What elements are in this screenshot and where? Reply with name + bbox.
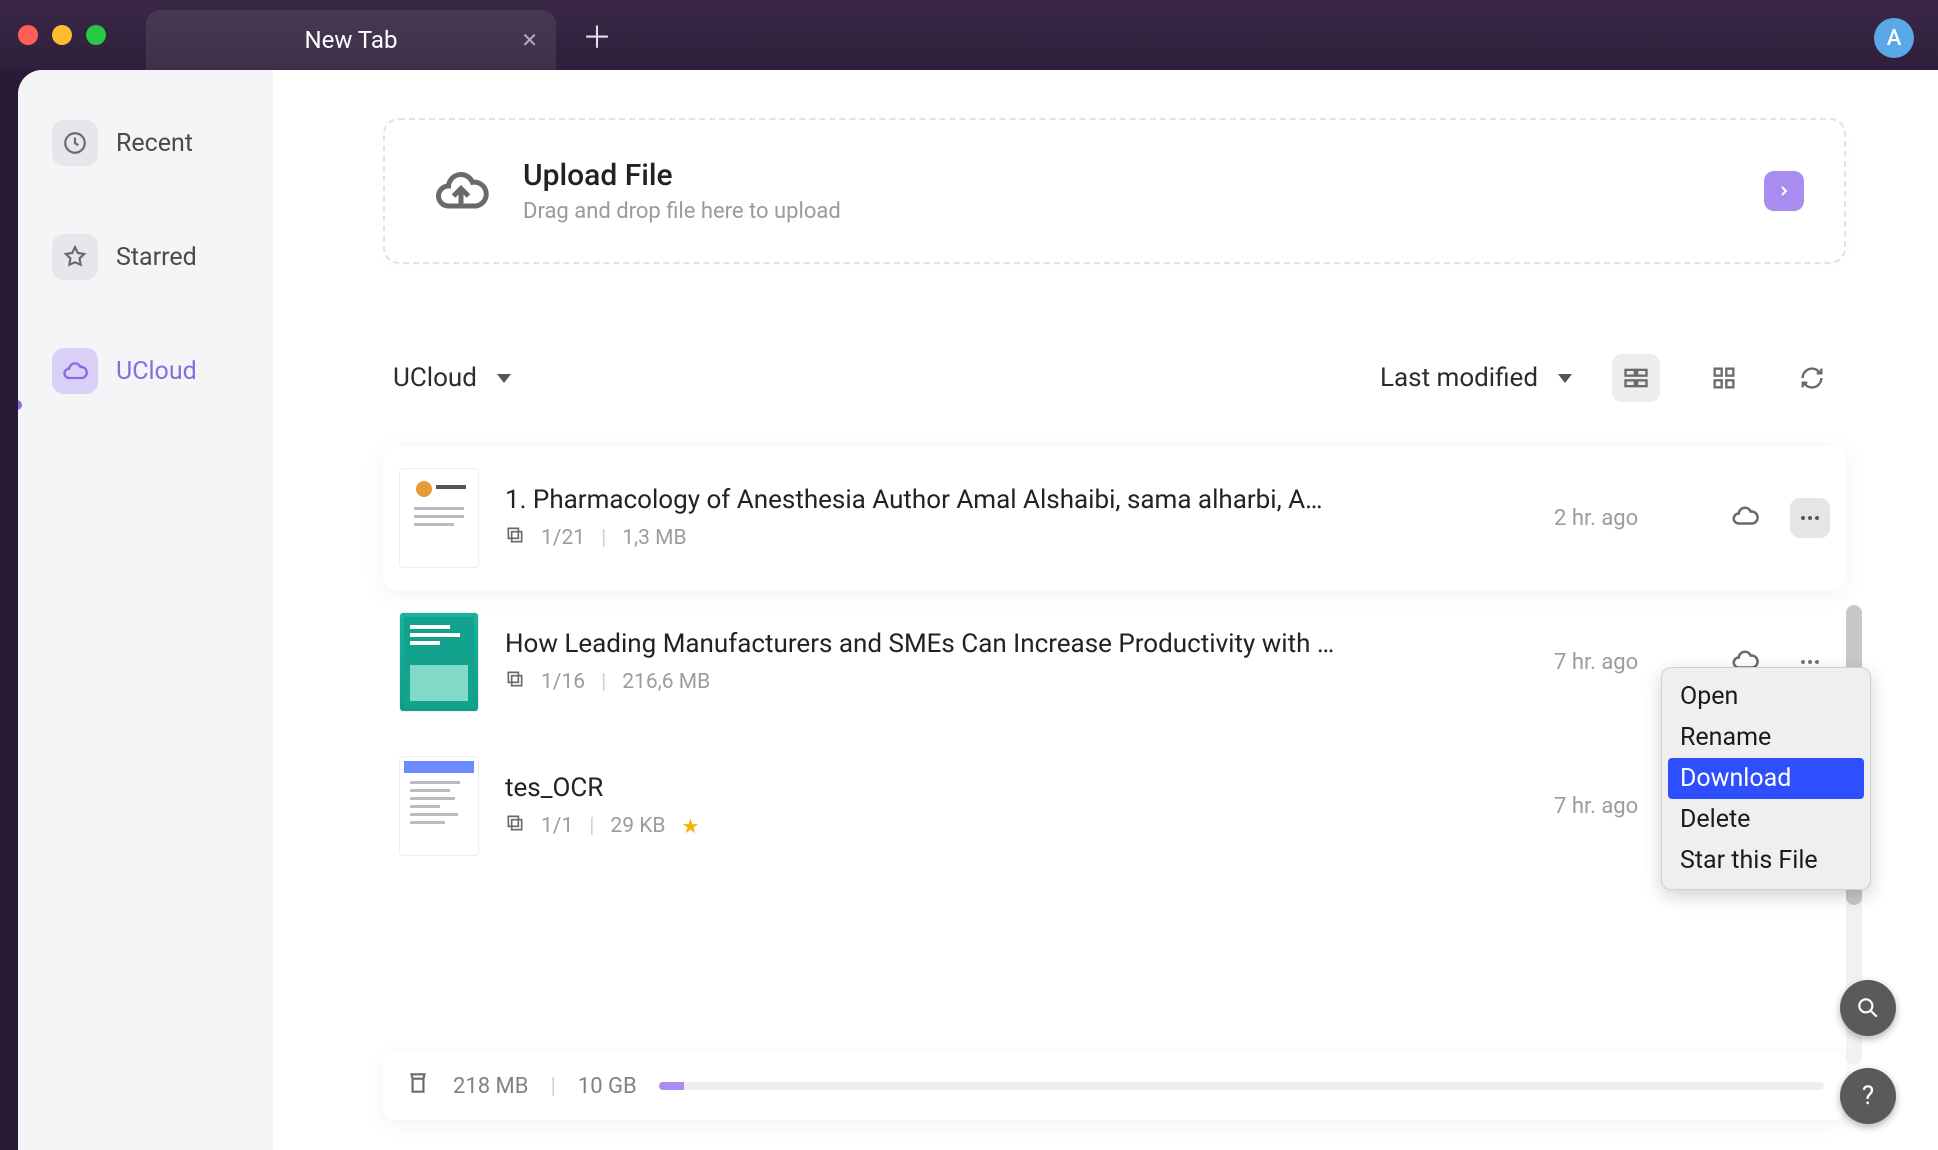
upload-dropzone[interactable]: Upload File Drag and drop file here to u… [383,118,1846,264]
new-tab-button[interactable]: ＋ [582,13,612,57]
sidebar: Recent Starred UCloud [18,70,273,1150]
sidebar-active-indicator-icon [18,400,22,410]
divider-icon: | [550,1074,555,1099]
file-row[interactable]: 1. Pharmacology of Anesthesia Author Ama… [383,446,1846,590]
star-icon [52,234,98,280]
window-close-button[interactable] [18,25,38,45]
avatar-initial: A [1887,26,1902,51]
main-panel: Upload File Drag and drop file here to u… [273,70,1938,1150]
upload-subtitle: Drag and drop file here to upload [523,199,841,224]
divider-icon: | [589,814,594,838]
context-menu-open[interactable]: Open [1662,676,1870,717]
file-modified-time: 2 hr. ago [1554,506,1704,531]
sidebar-item-label: UCloud [116,357,197,386]
storage-used: 218 MB [453,1074,528,1099]
context-menu: Open Rename Download Delete Star this Fi… [1661,667,1871,890]
folder-dropdown[interactable]: UCloud [393,363,511,393]
file-pages: 1/16 [541,670,585,694]
sidebar-item-starred[interactable]: Starred [36,220,254,294]
upload-text: Upload File Drag and drop file here to u… [523,158,841,224]
view-grid-button[interactable] [1700,354,1748,402]
view-list-button[interactable] [1612,354,1660,402]
avatar[interactable]: A [1874,18,1914,58]
file-info: How Leading Manufacturers and SMEs Can I… [505,629,1528,695]
file-row[interactable]: tes_OCR 1/1 | 29 KB ★ 7 hr. ago [383,734,1846,878]
sidebar-item-ucloud[interactable]: UCloud [36,334,254,408]
sidebar-item-label: Recent [116,129,193,158]
file-info: tes_OCR 1/1 | 29 KB ★ [505,773,1528,839]
context-menu-delete[interactable]: Delete [1662,799,1870,840]
file-size: 29 KB [610,814,665,838]
copy-icon [505,813,525,839]
sort-dropdown-label: Last modified [1380,363,1538,393]
storage-icon [405,1070,431,1102]
app-container: Recent Starred UCloud Upload File Drag a… [18,70,1938,1150]
storage-bar: 218 MB | 10 GB [383,1052,1846,1120]
file-size: 1,3 MB [622,526,686,550]
divider-icon: | [601,670,606,694]
cloud-status-icon [1730,501,1764,535]
window-titlebar: New Tab ✕ ＋ A [0,0,1938,70]
refresh-button[interactable] [1788,354,1836,402]
upload-title: Upload File [523,158,841,193]
file-pages: 1/1 [541,814,573,838]
folder-dropdown-label: UCloud [393,363,477,393]
sidebar-item-label: Starred [116,243,197,272]
browser-tab[interactable]: New Tab ✕ [146,10,556,70]
file-more-button[interactable] [1790,498,1830,538]
divider-icon: | [601,526,606,550]
close-tab-icon[interactable]: ✕ [521,28,538,52]
storage-progress-fill [659,1082,685,1090]
storage-total: 10 GB [578,1074,637,1099]
sort-dropdown[interactable]: Last modified [1380,363,1572,393]
help-fab[interactable]: ? [1840,1068,1896,1124]
file-list: 1. Pharmacology of Anesthesia Author Ama… [383,446,1846,878]
file-row[interactable]: How Leading Manufacturers and SMEs Can I… [383,590,1846,734]
upload-cloud-icon [429,159,493,223]
file-thumbnail [399,468,479,568]
copy-icon [505,525,525,551]
context-menu-download[interactable]: Download [1668,758,1864,799]
context-menu-star[interactable]: Star this File [1662,840,1870,881]
file-thumbnail [399,756,479,856]
file-pages: 1/21 [541,526,585,550]
file-thumbnail [399,612,479,712]
copy-icon [505,669,525,695]
file-title: How Leading Manufacturers and SMEs Can I… [505,629,1335,659]
search-fab[interactable] [1840,980,1896,1036]
context-menu-rename[interactable]: Rename [1662,717,1870,758]
star-icon: ★ [682,814,700,838]
tab-title: New Tab [305,26,398,54]
upload-expand-button[interactable] [1764,171,1804,211]
clock-icon [52,120,98,166]
window-maximize-button[interactable] [86,25,106,45]
chevron-down-icon [497,374,511,383]
file-info: 1. Pharmacology of Anesthesia Author Ama… [505,485,1528,551]
cloud-icon [52,348,98,394]
file-title: tes_OCR [505,773,1335,803]
sidebar-item-recent[interactable]: Recent [36,106,254,180]
list-toolbar: UCloud Last modified [383,354,1846,402]
traffic-lights [18,25,106,45]
file-size: 216,6 MB [622,670,710,694]
chevron-down-icon [1558,374,1572,383]
storage-progress [659,1082,1824,1090]
window-minimize-button[interactable] [52,25,72,45]
file-title: 1. Pharmacology of Anesthesia Author Ama… [505,485,1335,515]
